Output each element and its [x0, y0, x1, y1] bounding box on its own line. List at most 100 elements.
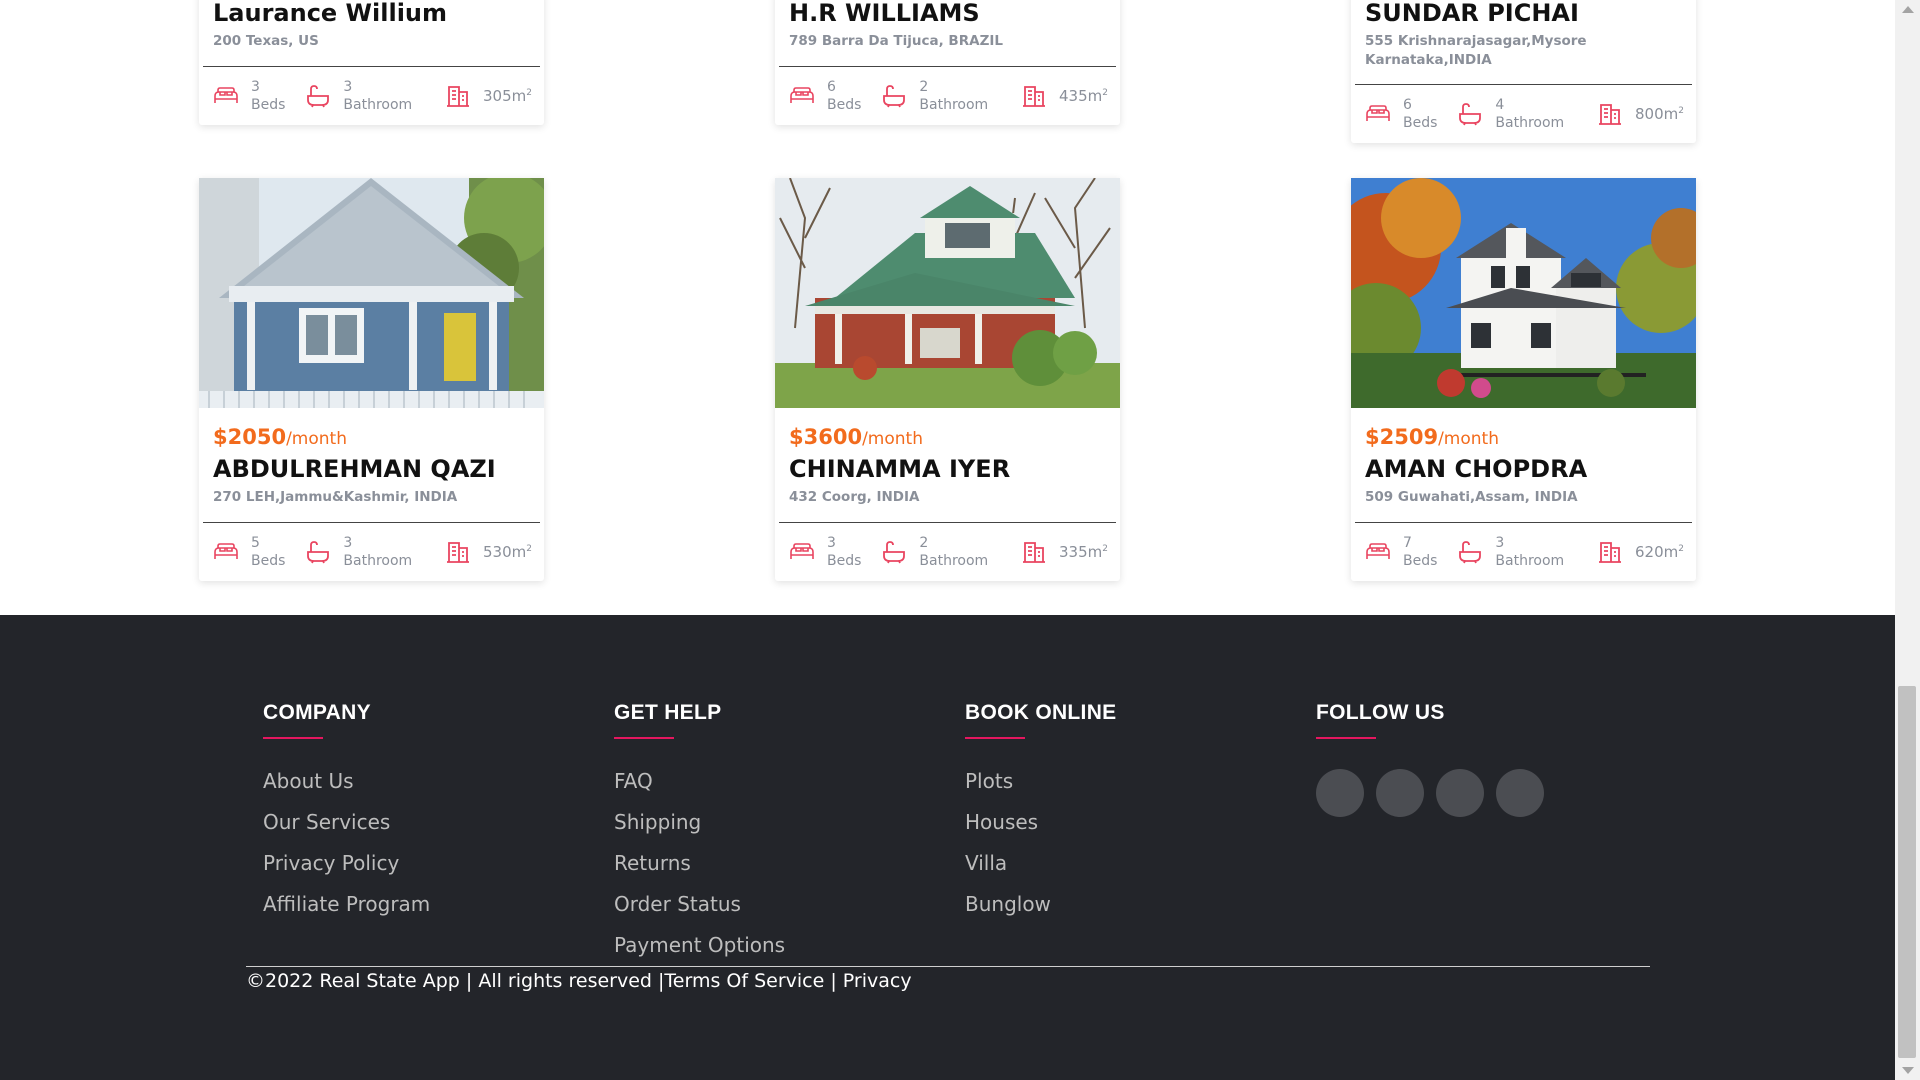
property-owner-name: AMAN CHOPDRA [1365, 455, 1588, 483]
baths-feature: 3 Bathroom [1457, 534, 1564, 570]
bathtub-icon [883, 541, 906, 564]
property-photo[interactable] [775, 178, 1120, 408]
property-address: 432 Coorg, INDIA [789, 489, 920, 505]
area-feature: 335m2 [1021, 540, 1108, 564]
footer-get-help: GET HELP FAQ Shipping Returns Order Stat… [614, 701, 785, 974]
area-feature: 305m2 [445, 84, 532, 108]
property-card[interactable]: $2509/month AMAN CHOPDRA 509 Guwahati,As… [1351, 178, 1696, 581]
baths-label: Bathroom [919, 553, 989, 569]
property-address: 270 LEH,Jammu&Kashmir, INDIA [213, 489, 458, 505]
baths-label: Bathroom [919, 97, 989, 113]
heading-underline [263, 737, 323, 739]
bed-icon [214, 87, 238, 103]
baths-count: 2 [919, 535, 929, 551]
footer-link-faq[interactable]: FAQ [614, 769, 785, 810]
property-card[interactable]: SUNDAR PICHAI 555 Krishnarajasagar,Mysor… [1351, 0, 1696, 143]
baths-feature: 3 Bathroom [305, 534, 412, 570]
area-unit-superscript: 2 [1102, 88, 1108, 98]
beds-count: 6 [827, 79, 836, 95]
property-features: 5 Beds 3 Bathroom 530m2 [199, 523, 544, 581]
scroll-down-arrow-icon[interactable] [1902, 1067, 1914, 1074]
site-footer: COMPANY About Us Our Services Privacy Po… [0, 615, 1895, 1080]
copyright-text: ©2022 Real State App | All rights reserv… [246, 970, 912, 992]
area-unit-superscript: 2 [526, 88, 532, 98]
social-icon-button[interactable] [1436, 769, 1484, 817]
bed-icon [1366, 543, 1390, 559]
property-features: 6 Beds 4 Bathroom 800m2 [1351, 85, 1696, 143]
vertical-scrollbar[interactable] [1895, 0, 1920, 1080]
baths-feature: 4 Bathroom [1457, 96, 1564, 132]
property-card[interactable]: $3600/month CHINAMMA IYER 432 Coorg, IND… [775, 178, 1120, 581]
footer-company: COMPANY About Us Our Services Privacy Po… [263, 701, 430, 933]
footer-link-shipping[interactable]: Shipping [614, 810, 785, 851]
property-card[interactable]: Laurance Willium 200 Texas, US 3 Beds 3 Ba… [199, 0, 544, 125]
area-unit-superscript: 2 [1678, 544, 1684, 554]
beds-label: Beds [827, 553, 862, 569]
property-photo[interactable] [199, 178, 544, 408]
heading-underline [1316, 737, 1376, 739]
footer-link-houses[interactable]: Houses [965, 810, 1116, 851]
bathtub-icon [307, 541, 330, 564]
bathtub-icon [307, 85, 330, 108]
property-owner-name: ABDULREHMAN QAZI [213, 455, 496, 483]
footer-heading-get-help: GET HELP [614, 701, 722, 724]
bed-icon [790, 87, 814, 103]
area-value: 620m [1635, 543, 1679, 561]
area-unit-superscript: 2 [1678, 106, 1684, 116]
beds-feature: 3 Beds [213, 78, 285, 114]
area-value: 305m [483, 87, 527, 105]
price-amount: $2509 [1365, 425, 1439, 449]
beds-feature: 5 Beds [213, 534, 285, 570]
footer-link-our-services[interactable]: Our Services [263, 810, 430, 851]
price: $2509/month [1365, 424, 1696, 450]
footer-link-about-us[interactable]: About Us [263, 769, 430, 810]
area-unit-superscript: 2 [526, 544, 532, 554]
beds-count: 5 [251, 535, 260, 551]
property-features: 3 Beds 3 Bathroom 305m2 [199, 67, 544, 125]
scrollbar-thumb[interactable] [1898, 686, 1916, 1058]
beds-label: Beds [251, 97, 286, 113]
property-features: 6 Beds 2 Bathroom 435m2 [775, 67, 1120, 125]
bed-icon [790, 543, 814, 559]
heading-underline [965, 737, 1025, 739]
property-photo[interactable] [1351, 178, 1696, 408]
footer-link-privacy-policy[interactable]: Privacy Policy [263, 851, 430, 892]
area-feature: 530m2 [445, 540, 532, 564]
property-address: 509 Guwahati,Assam, INDIA [1365, 489, 1578, 505]
area-value: 530m [483, 543, 527, 561]
social-icon-button[interactable] [1496, 769, 1544, 817]
property-owner-name: H.R WILLIAMS [789, 0, 980, 27]
scroll-up-arrow-icon[interactable] [1902, 6, 1914, 13]
beds-label: Beds [1403, 553, 1438, 569]
area-unit-superscript: 2 [1102, 544, 1108, 554]
property-address: 200 Texas, US [213, 33, 319, 49]
price-period: /month [1438, 429, 1499, 449]
price-period: /month [862, 429, 923, 449]
footer-link-bunglow[interactable]: Bunglow [965, 892, 1116, 933]
property-features: 3 Beds 2 Bathroom 335m2 [775, 523, 1120, 581]
beds-count: 3 [827, 535, 836, 551]
property-owner-name: SUNDAR PICHAI [1365, 0, 1579, 27]
baths-count: 3 [343, 79, 353, 95]
social-icon-button[interactable] [1376, 769, 1424, 817]
price-amount: $2050 [213, 425, 287, 449]
page: Laurance Willium 200 Texas, US 3 Beds 3 Ba… [0, 0, 1895, 1080]
footer-link-order-status[interactable]: Order Status [614, 892, 785, 933]
property-owner-name: Laurance Willium [213, 0, 448, 27]
property-card[interactable]: $2050/month ABDULREHMAN QAZI 270 LEH,Jam… [199, 178, 544, 581]
building-area-icon [447, 542, 470, 563]
social-icon-button[interactable] [1316, 769, 1364, 817]
footer-link-affiliate-program[interactable]: Affiliate Program [263, 892, 430, 933]
baths-count: 3 [343, 535, 353, 551]
footer-link-villa[interactable]: Villa [965, 851, 1116, 892]
building-area-icon [447, 86, 470, 107]
bathtub-icon [883, 85, 906, 108]
property-address: 555 Krishnarajasagar,Mysore Karnataka,IN… [1365, 33, 1587, 68]
footer-link-returns[interactable]: Returns [614, 851, 785, 892]
area-value: 800m [1635, 105, 1679, 123]
property-card[interactable]: H.R WILLIAMS 789 Barra Da Tijuca, BRAZIL… [775, 0, 1120, 125]
bed-icon [214, 543, 238, 559]
social-links [1316, 769, 1556, 817]
footer-link-plots[interactable]: Plots [965, 769, 1116, 810]
footer-book-online: BOOK ONLINE Plots Houses Villa Bunglow [965, 701, 1116, 933]
